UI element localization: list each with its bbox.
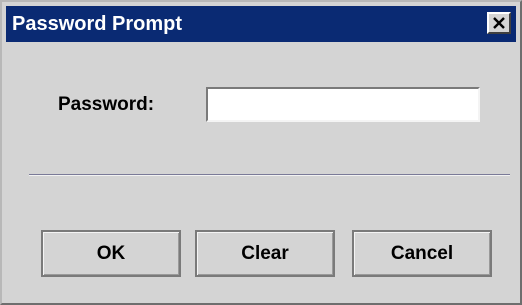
cancel-button[interactable]: Cancel	[352, 230, 492, 277]
password-prompt-dialog: Password Prompt Password: OK Clear Cance…	[0, 0, 522, 305]
ok-button[interactable]: OK	[41, 230, 181, 277]
password-label: Password:	[58, 94, 155, 115]
window-title: Password Prompt	[12, 13, 183, 35]
clear-button[interactable]: Clear	[195, 230, 335, 277]
separator	[29, 174, 510, 176]
password-field[interactable]	[206, 87, 480, 122]
title-bar[interactable]: Password Prompt	[6, 6, 516, 42]
close-x-icon	[493, 17, 505, 29]
close-button[interactable]	[487, 12, 511, 34]
